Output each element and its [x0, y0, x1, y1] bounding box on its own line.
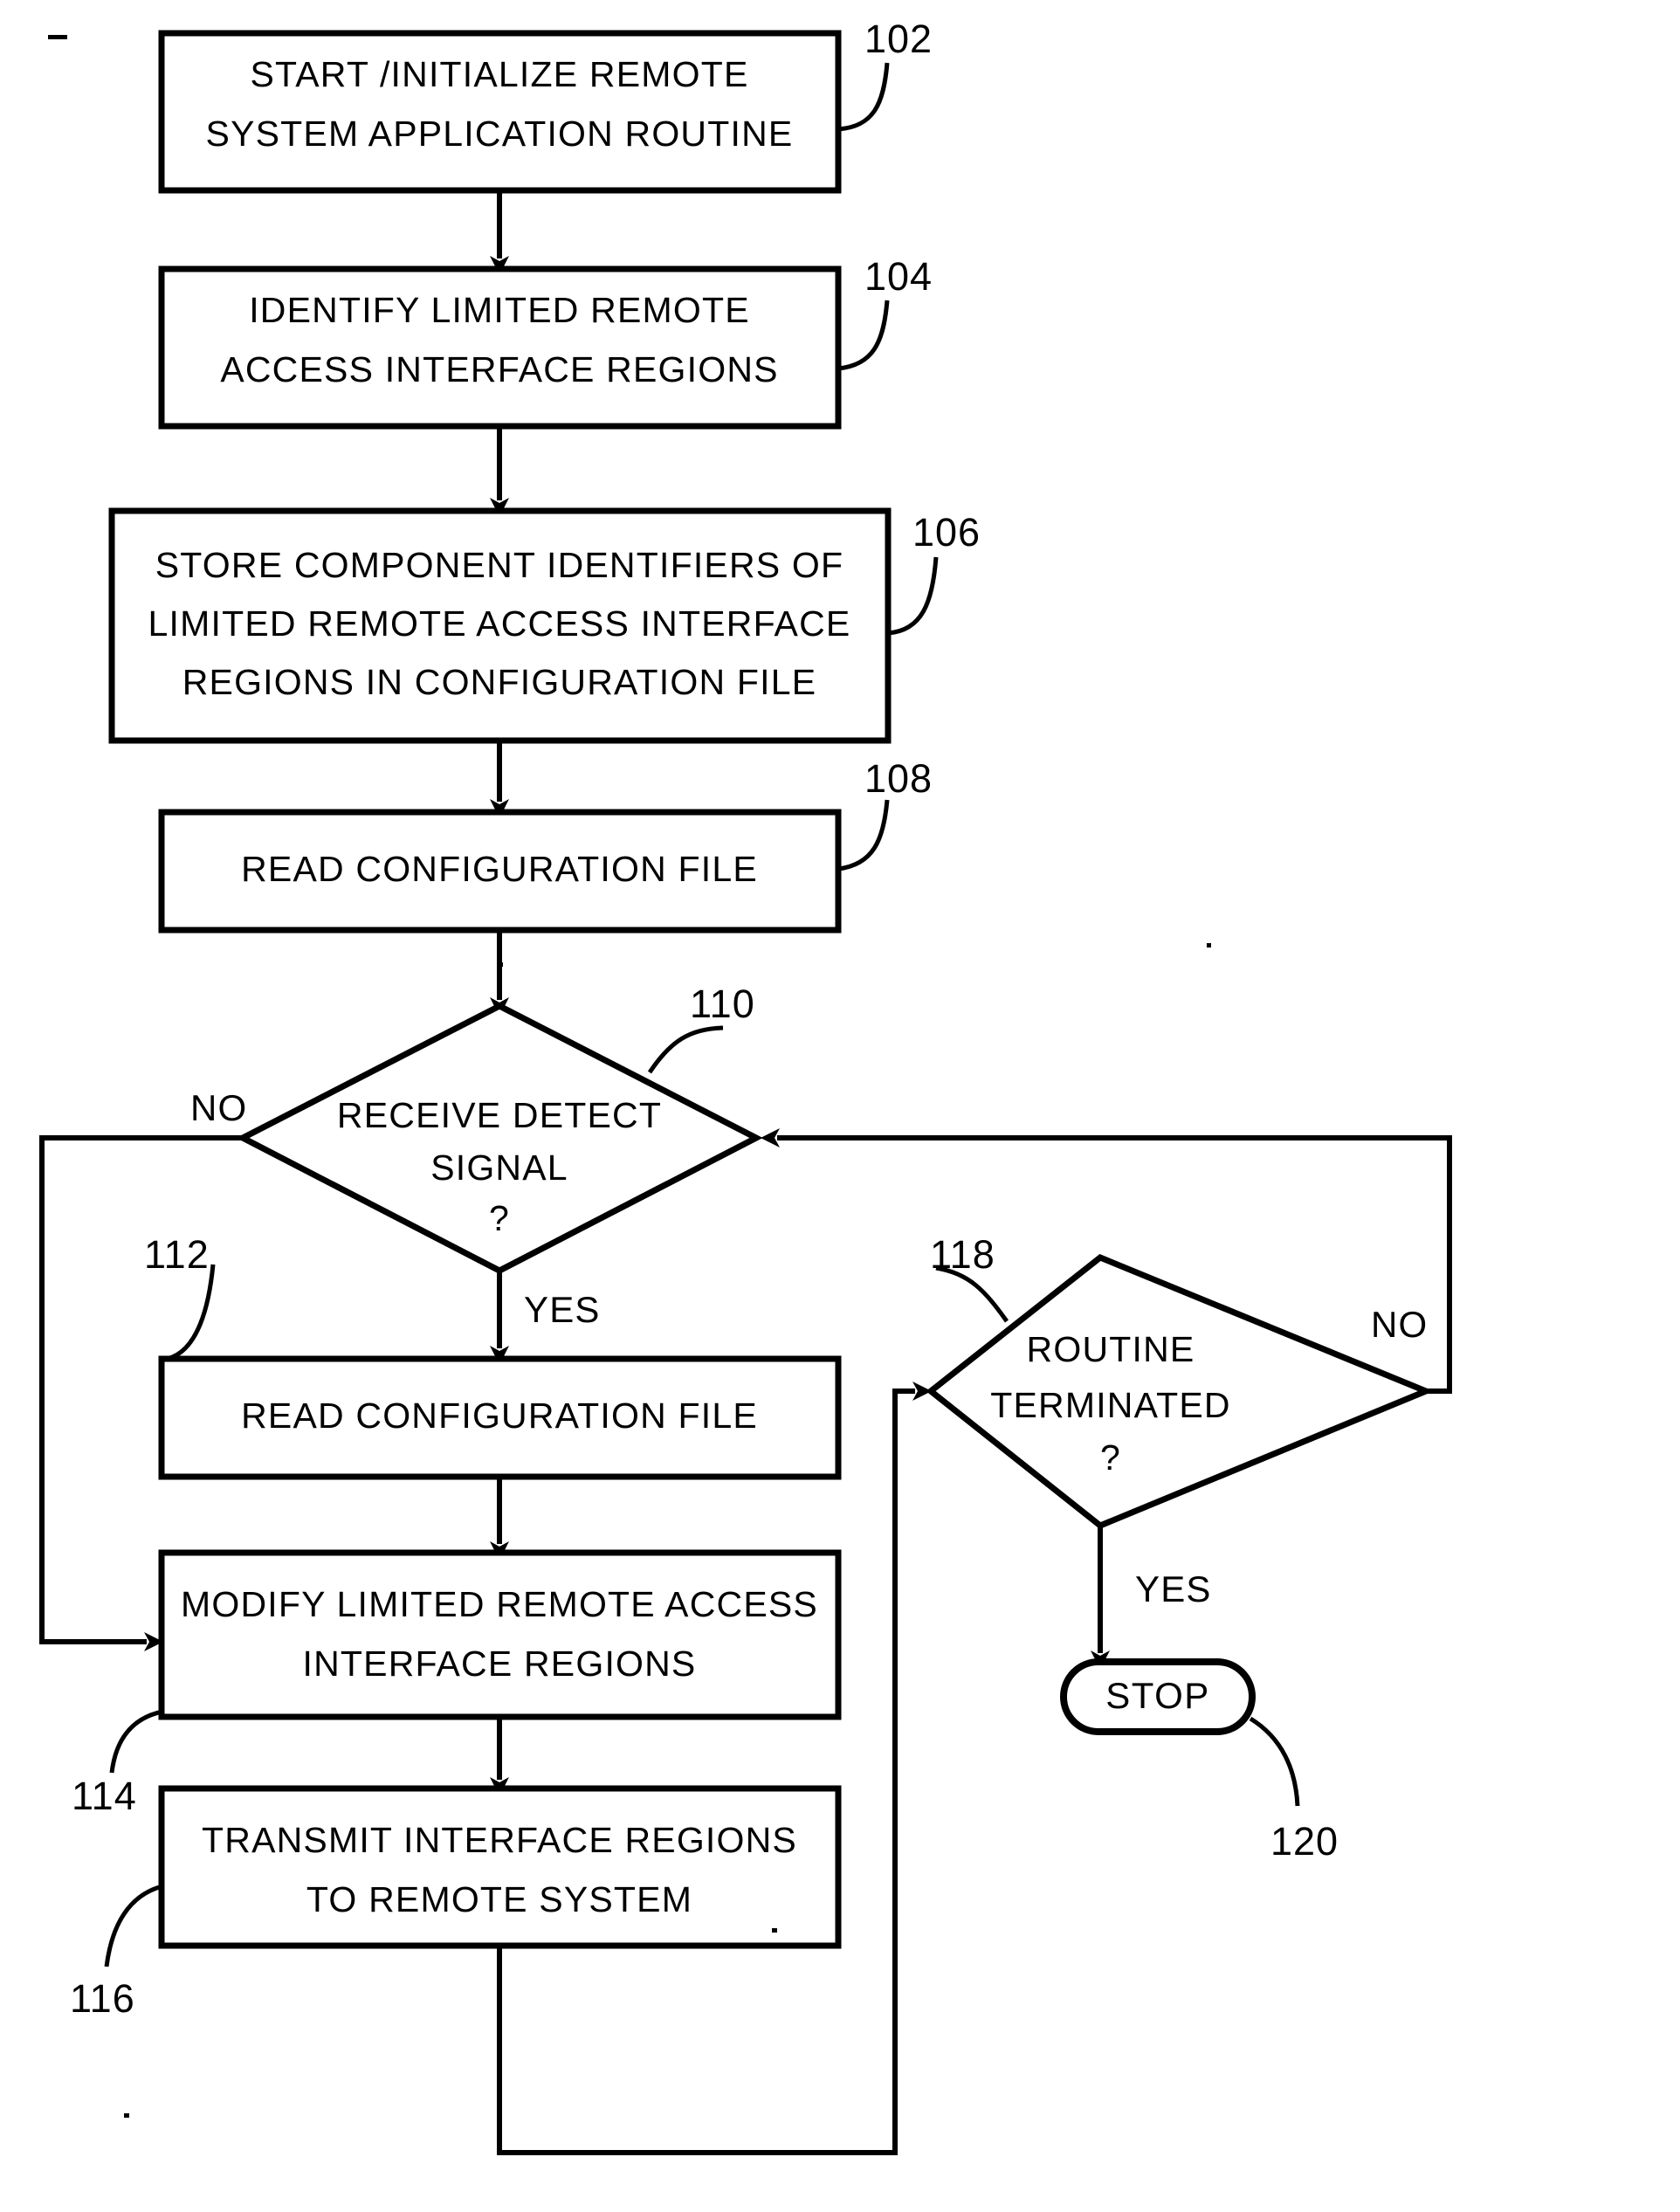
node-start-initialize: START /INITIALIZE REMOTE SYSTEM APPLICAT…	[158, 30, 842, 194]
branch-label-detect-no: NO	[190, 1087, 247, 1128]
node-routine-terminated-line2: TERMINATED	[990, 1385, 1230, 1425]
node-stop-terminal-label: STOP	[1105, 1675, 1210, 1716]
node-read-configuration-file-2: READ CONFIGURATION FILE	[158, 1355, 842, 1480]
node-receive-detect-signal: RECEIVE DETECT SIGNAL ?	[236, 1003, 763, 1274]
ref-number-120: 120	[1270, 1819, 1339, 1864]
ref-number-102: 102	[864, 17, 933, 61]
node-modify-regions-line2: INTERFACE REGIONS	[303, 1643, 697, 1684]
node-identify-regions-line2: ACCESS INTERFACE REGIONS	[220, 349, 778, 389]
node-transmit-regions-line2: TO REMOTE SYSTEM	[306, 1879, 692, 1919]
ref-number-116: 116	[70, 1976, 135, 2021]
node-stop-terminal: STOP	[1060, 1658, 1256, 1735]
leader-112	[162, 1264, 216, 1362]
node-identify-regions-line1: IDENTIFY LIMITED REMOTE	[249, 290, 750, 330]
node-transmit-regions-line1: TRANSMIT INTERFACE REGIONS	[202, 1820, 797, 1860]
leader-120	[1249, 1716, 1300, 1807]
leader-110	[647, 1025, 724, 1074]
leader-102	[837, 62, 890, 132]
ref-number-112: 112	[144, 1232, 210, 1277]
node-start-initialize-line2: SYSTEM APPLICATION ROUTINE	[206, 114, 794, 154]
flowchart-canvas: START /INITIALIZE REMOTE SYSTEM APPLICAT…	[0, 0, 1680, 2212]
node-transmit-regions: TRANSMIT INTERFACE REGIONS TO REMOTE SYS…	[158, 1785, 842, 1949]
ref-number-114: 114	[72, 1774, 137, 1818]
scan-speck-2	[1207, 943, 1211, 948]
node-receive-detect-signal-line1: RECEIVE DETECT	[337, 1095, 662, 1135]
scan-speck-5	[124, 2113, 129, 2118]
node-routine-terminated-line3: ?	[1100, 1437, 1121, 1478]
scan-speck-3	[498, 962, 503, 967]
ref-number-108: 108	[864, 756, 933, 801]
ref-number-106: 106	[912, 510, 981, 555]
node-read-configuration-file-2-line1: READ CONFIGURATION FILE	[241, 1395, 758, 1436]
leader-106	[887, 556, 939, 636]
ref-number-118: 118	[930, 1232, 995, 1277]
flowchart-svg: START /INITIALIZE REMOTE SYSTEM APPLICAT…	[39, 17, 1452, 2155]
branch-label-terminated-yes: YES	[1135, 1568, 1212, 1609]
leader-108	[837, 799, 890, 872]
node-transmit-regions-box	[158, 1785, 842, 1949]
leader-116	[104, 1884, 163, 1967]
ref-number-110: 110	[690, 982, 755, 1026]
node-routine-terminated: ROUTINE TERMINATED ?	[926, 1253, 1435, 1530]
node-receive-detect-signal-line3: ?	[489, 1198, 510, 1238]
branch-label-terminated-no: NO	[1371, 1304, 1428, 1345]
leader-114	[109, 1709, 163, 1774]
scan-speck-4	[772, 1928, 777, 1933]
node-store-identifiers-line2: LIMITED REMOTE ACCESS INTERFACE	[148, 603, 851, 644]
node-receive-detect-signal-line2: SIGNAL	[430, 1147, 568, 1188]
leader-104	[837, 300, 890, 371]
node-read-configuration-file-1: READ CONFIGURATION FILE	[158, 809, 842, 934]
ref-number-104: 104	[864, 254, 933, 299]
node-modify-regions: MODIFY LIMITED REMOTE ACCESS INTERFACE R…	[158, 1549, 842, 1720]
node-store-identifiers: STORE COMPONENT IDENTIFIERS OF LIMITED R…	[108, 507, 892, 744]
node-modify-regions-line1: MODIFY LIMITED REMOTE ACCESS	[181, 1584, 818, 1624]
node-start-initialize-line1: START /INITIALIZE REMOTE	[251, 54, 749, 94]
node-read-configuration-file-1-line1: READ CONFIGURATION FILE	[241, 849, 758, 889]
branch-label-detect-yes: YES	[524, 1289, 601, 1330]
node-identify-regions: IDENTIFY LIMITED REMOTE ACCESS INTERFACE…	[158, 265, 842, 430]
scan-speck	[48, 35, 67, 39]
node-modify-regions-box	[158, 1549, 842, 1720]
node-routine-terminated-line1: ROUTINE	[1027, 1329, 1195, 1369]
node-store-identifiers-line1: STORE COMPONENT IDENTIFIERS OF	[155, 545, 844, 585]
node-store-identifiers-line3: REGIONS IN CONFIGURATION FILE	[182, 662, 817, 702]
connector-transmit-to-routine-terminated	[497, 1382, 932, 2155]
